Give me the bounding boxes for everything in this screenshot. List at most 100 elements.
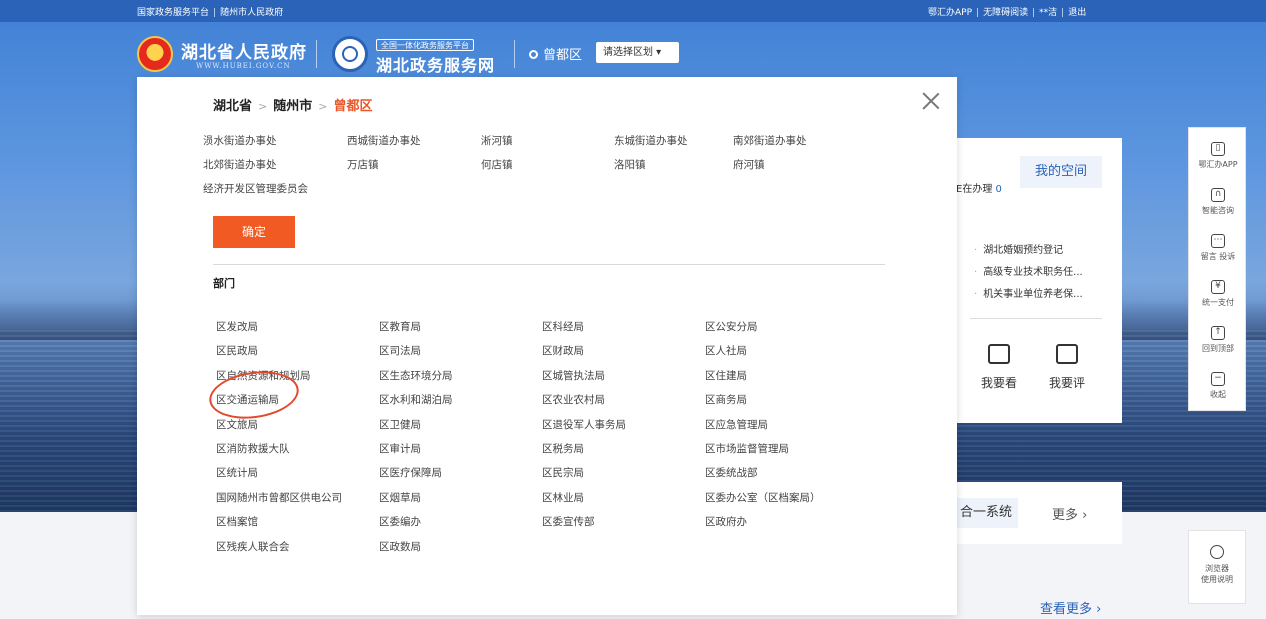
street-item[interactable]: 府河镇 bbox=[733, 157, 765, 172]
top-bar: 国家政务服务平台 | 随州市人民政府 鄂汇办APP | 无障碍阅读 | **洁 | 退出 bbox=[0, 0, 1266, 22]
department-item[interactable]: 区文旅局 bbox=[216, 417, 258, 432]
service-logo-icon bbox=[332, 36, 368, 72]
region-select[interactable]: 请选择区划 ▾ bbox=[596, 42, 679, 63]
department-item[interactable]: 区住建局 bbox=[705, 368, 747, 383]
department-item[interactable]: 区档案馆 bbox=[216, 514, 258, 529]
toolbar-top[interactable]: ↑ 回到顶部 bbox=[1189, 326, 1247, 354]
site-url: WWW.HUBEI.GOV.CN bbox=[196, 62, 291, 70]
department-item[interactable]: 区烟草局 bbox=[379, 490, 421, 505]
department-item[interactable]: 区公安分局 bbox=[705, 319, 758, 334]
system-more-link[interactable]: 更多 › bbox=[1052, 504, 1087, 523]
location-pin-icon bbox=[529, 50, 538, 59]
department-item[interactable]: 区林业局 bbox=[542, 490, 584, 505]
department-heading: 部门 bbox=[213, 277, 235, 290]
user-space-card: E在办理 0 我的空间 湖北婚姻预约登记 高级专业技术职务任... 机关事业单位… bbox=[940, 138, 1122, 423]
department-item[interactable]: 区委宣传部 bbox=[542, 514, 595, 529]
department-item[interactable]: 区民政局 bbox=[216, 343, 258, 358]
department-item[interactable]: 区民宗局 bbox=[542, 465, 584, 480]
message-icon: ⋯ bbox=[1211, 234, 1225, 248]
username[interactable]: **洁 bbox=[1039, 8, 1057, 18]
street-item[interactable]: 北郊街道办事处 bbox=[203, 157, 277, 172]
department-item[interactable]: 区商务局 bbox=[705, 392, 747, 407]
view-action[interactable]: 我要看 bbox=[974, 344, 1024, 391]
department-item[interactable]: 区教育局 bbox=[379, 319, 421, 334]
phone-icon: ▯ bbox=[1211, 142, 1225, 156]
close-icon[interactable] bbox=[921, 91, 941, 111]
header-divider bbox=[514, 40, 515, 68]
department-item[interactable]: 区司法局 bbox=[379, 343, 421, 358]
suizhou-gov-link[interactable]: 随州市人民政府 bbox=[220, 8, 283, 18]
header-divider bbox=[316, 40, 317, 68]
department-item[interactable]: 区生态环境分局 bbox=[379, 368, 453, 383]
department-item[interactable]: 区医疗保障局 bbox=[379, 465, 442, 480]
toolbar-app[interactable]: ▯ 鄂汇办APP bbox=[1189, 142, 1247, 170]
department-item[interactable]: 区委办公室（区档案局） bbox=[705, 490, 821, 505]
department-item[interactable]: 区发改局 bbox=[216, 319, 258, 334]
department-item[interactable]: 区消防救援大队 bbox=[216, 441, 290, 456]
department-item[interactable]: 区市场监督管理局 bbox=[705, 441, 789, 456]
street-item[interactable]: 南郊街道办事处 bbox=[733, 133, 807, 148]
logout-link[interactable]: 退出 bbox=[1068, 8, 1086, 18]
department-item[interactable]: 区卫健局 bbox=[379, 417, 421, 432]
yen-icon: ¥ bbox=[1211, 280, 1225, 294]
department-item[interactable]: 区应急管理局 bbox=[705, 417, 768, 432]
service-item[interactable]: 高级专业技术职务任... bbox=[974, 262, 1083, 284]
confirm-button[interactable]: 确定 bbox=[213, 216, 295, 248]
department-item[interactable]: 区农业农村局 bbox=[542, 392, 605, 407]
toolbar-message[interactable]: ⋯ 留言 投诉 bbox=[1189, 234, 1247, 262]
department-item[interactable]: 区委编办 bbox=[379, 514, 421, 529]
comment-icon bbox=[1056, 344, 1078, 364]
crumb-province[interactable]: 湖北省 bbox=[213, 99, 252, 114]
department-item[interactable]: 区残疾人联合会 bbox=[216, 539, 290, 554]
department-item[interactable]: 区政数局 bbox=[379, 539, 421, 554]
modal-divider bbox=[213, 264, 885, 265]
current-location: 曾都区 bbox=[529, 44, 582, 63]
see-more-link[interactable]: 查看更多 › bbox=[1040, 598, 1101, 617]
department-item[interactable]: 区城管执法局 bbox=[542, 368, 605, 383]
top-bar-right: 鄂汇办APP | 无障碍阅读 | **洁 | 退出 bbox=[928, 8, 1087, 18]
street-item[interactable]: 经济开发区管理委员会 bbox=[203, 181, 308, 196]
location-name: 曾都区 bbox=[543, 48, 583, 63]
department-item[interactable]: 国网随州市曾都区供电公司 bbox=[216, 490, 342, 505]
site-title[interactable]: 湖北省人民政府 bbox=[181, 38, 307, 63]
site-header: 湖北省人民政府 WWW.HUBEI.GOV.CN 全国一体化政务服务平台 湖北政… bbox=[0, 22, 1266, 82]
department-item[interactable]: 区统计局 bbox=[216, 465, 258, 480]
service-list: 湖北婚姻预约登记 高级专业技术职务任... 机关事业单位养老保... bbox=[974, 240, 1083, 306]
toolbar-consult[interactable]: ∩ 智能咨询 bbox=[1189, 188, 1247, 216]
street-item[interactable]: 淅河镇 bbox=[481, 133, 513, 148]
national-platform-link[interactable]: 国家政务服务平台 bbox=[137, 8, 209, 18]
street-item[interactable]: 西城街道办事处 bbox=[347, 133, 421, 148]
department-item[interactable]: 区自然资源和规划局 bbox=[216, 368, 311, 383]
street-item[interactable]: 东城街道办事处 bbox=[614, 133, 688, 148]
rate-action[interactable]: 我要评 bbox=[1042, 344, 1092, 391]
department-item[interactable]: 区财政局 bbox=[542, 343, 584, 358]
service-item[interactable]: 湖北婚姻预约登记 bbox=[974, 240, 1083, 262]
department-item[interactable]: 区人社局 bbox=[705, 343, 747, 358]
ehuiban-app-link[interactable]: 鄂汇办APP bbox=[928, 8, 972, 18]
crumb-district[interactable]: 曾都区 bbox=[333, 99, 372, 114]
department-item[interactable]: 区交通运输局 bbox=[216, 392, 279, 407]
department-item[interactable]: 区政府办 bbox=[705, 514, 747, 529]
department-item[interactable]: 区委统战部 bbox=[705, 465, 758, 480]
my-space-button[interactable]: 我的空间 bbox=[1020, 156, 1102, 188]
platform-badge: 全国一体化政务服务平台 bbox=[376, 39, 474, 51]
street-item[interactable]: 洛阳镇 bbox=[614, 157, 646, 172]
crumb-city[interactable]: 随州市 bbox=[273, 99, 312, 114]
street-item[interactable]: 何店镇 bbox=[481, 157, 513, 172]
compass-icon bbox=[1210, 545, 1224, 559]
department-item[interactable]: 区税务局 bbox=[542, 441, 584, 456]
department-item[interactable]: 区科经局 bbox=[542, 319, 584, 334]
service-item[interactable]: 机关事业单位养老保... bbox=[974, 284, 1083, 306]
department-item[interactable]: 区水利和湖泊局 bbox=[379, 392, 453, 407]
browser-help[interactable]: 浏览器 使用说明 bbox=[1188, 530, 1246, 604]
accessibility-link[interactable]: 无障碍阅读 bbox=[983, 8, 1028, 18]
toolbar-collapse[interactable]: − 收起 bbox=[1189, 372, 1247, 400]
service-title[interactable]: 湖北政务服务网 bbox=[376, 52, 495, 76]
department-item[interactable]: 区审计局 bbox=[379, 441, 421, 456]
department-item[interactable]: 区退役军人事务局 bbox=[542, 417, 626, 432]
system-card: 合一系统 更多 › bbox=[948, 482, 1122, 544]
street-item[interactable]: 万店镇 bbox=[347, 157, 379, 172]
system-chip[interactable]: 合一系统 bbox=[954, 498, 1019, 528]
toolbar-pay[interactable]: ¥ 统一支付 bbox=[1189, 280, 1247, 308]
street-item[interactable]: 涢水街道办事处 bbox=[203, 133, 277, 148]
